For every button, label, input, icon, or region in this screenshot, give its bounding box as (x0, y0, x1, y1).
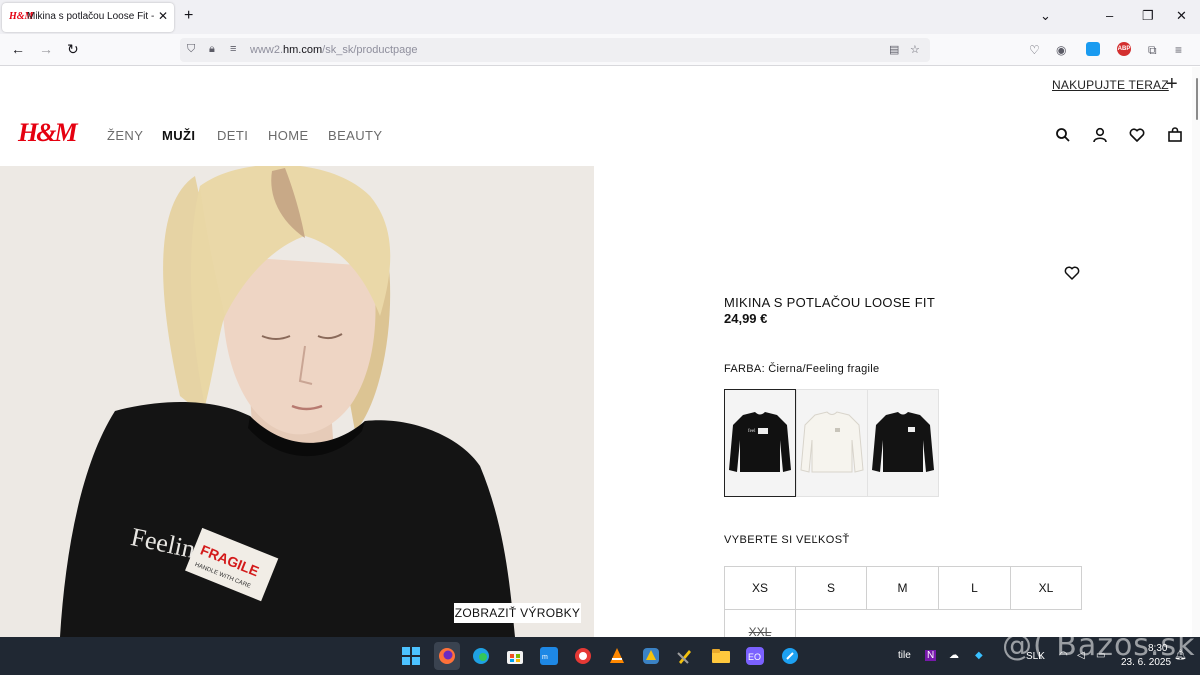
hm-logo[interactable]: H&M (18, 118, 78, 148)
nav-item-deti[interactable]: DETI (217, 128, 248, 143)
size-option-xxl[interactable]: XXL (724, 609, 796, 639)
tab-close-icon[interactable]: ✕ (158, 9, 168, 23)
app-tools-icon[interactable] (675, 646, 695, 666)
app-blue-icon[interactable] (780, 646, 800, 666)
product-price: 24,99 € (724, 311, 768, 326)
nav-item-zeny[interactable]: ŽENY (107, 128, 143, 143)
windows-start-icon[interactable] (401, 646, 421, 666)
app-red-icon[interactable] (573, 646, 593, 666)
show-products-button[interactable]: ZOBRAZIŤ VÝROBKY (454, 603, 581, 623)
shop-now-link[interactable]: NAKUPUJTE TERAZ (1052, 78, 1169, 92)
new-tab-icon[interactable]: + (184, 7, 193, 25)
plus-icon[interactable]: + (1166, 73, 1178, 96)
product-photo[interactable]: Feeling FRAGILE HANDLE WITH CARE (0, 166, 594, 637)
nav-item-home[interactable]: HOME (268, 128, 309, 143)
forward-icon[interactable]: → (39, 41, 53, 57)
onenote-icon[interactable]: N (925, 650, 937, 661)
tab-title: Mikina s potlačou Loose Fit - Čierna/Fee… (27, 11, 155, 22)
window-close-icon[interactable]: ✕ (1176, 8, 1187, 24)
nav-item-muzi[interactable]: MUŽI (162, 128, 195, 143)
size-option-xs[interactable]: XS (724, 566, 796, 610)
svg-text:m: m (542, 654, 548, 661)
size-option-l[interactable]: L (938, 566, 1011, 610)
browser-nav-bar: ← → ↻ ⛉ 🔒︎ ≡ www2.hm.com/sk_sk/productpa… (0, 34, 1200, 66)
url-bar[interactable]: ⛉ 🔒︎ ≡ www2.hm.com/sk_sk/productpage ▤ ☆ (180, 38, 930, 62)
tray-app-text[interactable]: tile (898, 650, 911, 661)
sweatshirt-thumbnail-icon (872, 412, 934, 472)
microsoft-store-icon[interactable] (505, 646, 525, 666)
permissions-icon[interactable]: ≡ (230, 43, 236, 55)
model-illustration: Feeling FRAGILE HANDLE WITH CARE (0, 166, 594, 637)
extension-blue-icon[interactable] (1086, 42, 1100, 56)
size-option-s[interactable]: S (795, 566, 867, 610)
firefox-icon[interactable] (437, 646, 457, 666)
vlc-icon[interactable] (607, 646, 627, 666)
scrollbar-thumb[interactable] (1196, 78, 1198, 120)
reader-view-icon[interactable]: ▤ (889, 43, 899, 56)
adblock-plus-icon[interactable]: ABP (1117, 42, 1131, 56)
tab-list-chevron-icon[interactable]: ⌄ (1040, 8, 1051, 24)
restore-icon[interactable]: ❐ (1142, 8, 1154, 24)
svg-text:EO: EO (748, 652, 761, 662)
onedrive-icon[interactable]: ☁ (949, 650, 959, 661)
search-icon[interactable] (1054, 126, 1072, 144)
size-option-m[interactable]: M (866, 566, 939, 610)
app-purple-icon[interactable]: EO (745, 646, 765, 666)
browser-tab-bar: H&M Mikina s potlačou Loose Fit - Čierna… (0, 0, 1200, 34)
minimize-icon[interactable]: – (1106, 8, 1113, 23)
url-text[interactable]: www2.hm.com/sk_sk/productpage (250, 44, 418, 56)
edge-icon[interactable] (471, 646, 491, 666)
pocket-icon[interactable]: ♡ (1029, 43, 1040, 57)
lock-icon[interactable]: 🔒︎ (209, 43, 215, 56)
shopping-bag-icon[interactable] (1166, 126, 1184, 144)
color-swatch-white[interactable] (796, 389, 868, 497)
app-icon[interactable]: m (539, 646, 559, 666)
shield-icon[interactable]: ⛉ (187, 43, 195, 56)
color-swatch-black-feeling-fragile[interactable]: feel (724, 389, 796, 497)
color-swatch-black[interactable] (867, 389, 939, 497)
favorites-heart-icon[interactable] (1128, 126, 1146, 144)
svg-text:feel: feel (748, 429, 756, 434)
reload-icon[interactable]: ↻ (67, 41, 79, 58)
account-icon[interactable] (1091, 126, 1109, 144)
color-label: FARBA: Čierna/Feeling fragile (724, 363, 880, 375)
bookmark-star-icon[interactable]: ☆ (910, 43, 920, 56)
extensions-icon[interactable]: ⧉ (1148, 43, 1157, 58)
bazos-watermark: @( Bazos.sk (1002, 628, 1196, 663)
size-option-xl[interactable]: XL (1010, 566, 1082, 610)
nav-item-beauty[interactable]: BEAUTY (328, 128, 382, 143)
file-explorer-icon[interactable] (711, 646, 731, 666)
menu-icon[interactable]: ≡ (1175, 43, 1182, 57)
sweatshirt-thumbnail-icon (800, 411, 864, 473)
back-icon[interactable]: ← (11, 41, 25, 57)
tray-shield-icon[interactable]: ◆ (975, 650, 983, 661)
page-scrollbar[interactable] (1192, 67, 1200, 637)
account-icon[interactable]: ◉ (1056, 43, 1066, 57)
browser-tab[interactable]: H&M Mikina s potlačou Loose Fit - Čierna… (2, 3, 174, 32)
sweatshirt-thumbnail-icon: feel (729, 412, 791, 472)
add-to-wishlist-heart-icon[interactable] (1063, 264, 1081, 282)
product-name: MIKINA S POTLAČOU LOOSE FIT (724, 295, 936, 310)
size-heading: VYBERTE SI VEĽKOSŤ (724, 534, 850, 546)
app-yellow-icon[interactable] (641, 646, 661, 666)
